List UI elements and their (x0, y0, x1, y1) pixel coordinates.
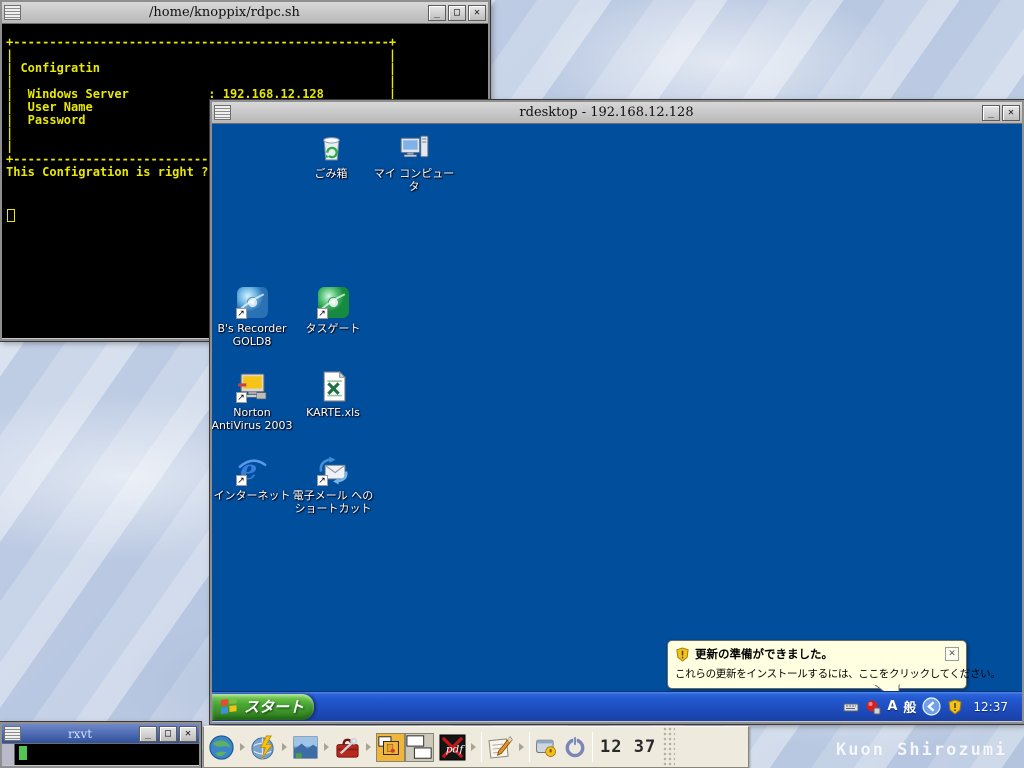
shortcut-arrow-icon: ↗ (236, 308, 247, 319)
text-editor-launcher-icon[interactable] (487, 734, 514, 761)
desktop-icon-recycle-bin[interactable]: ごみ箱 (286, 131, 376, 180)
minimize-button[interactable]: _ (428, 5, 446, 21)
security-shield-icon (675, 647, 690, 662)
terminal-title: /home/knoppix/rdpc.sh (23, 5, 426, 20)
tray-clock[interactable]: 12:37 (973, 700, 1008, 714)
watermark-text: Kuon Shirozumi (836, 740, 1007, 760)
ime-conversion-indicator[interactable]: 般 (903, 697, 916, 716)
maximize-button[interactable]: □ (448, 5, 466, 21)
rdesktop-titlebar[interactable]: rdesktop - 192.168.12.128 _ ✕ (212, 102, 1022, 124)
desktop-icon-bs-recorder[interactable]: ↗ B's Recorder GOLD8 (212, 286, 297, 348)
xp-desktop[interactable]: ごみ箱 マイ コンピュータ ↗ B's (212, 124, 1022, 721)
screenshot-launcher-icon[interactable] (535, 736, 558, 759)
windows-update-shield-icon[interactable] (947, 699, 963, 715)
launcher-arrow[interactable] (324, 743, 329, 751)
balloon-close-button[interactable]: ✕ (945, 647, 959, 661)
shortcut-arrow-icon: ↗ (317, 475, 328, 486)
shortcut-arrow-icon: ↗ (317, 308, 328, 319)
ime-mode-indicator[interactable]: A (887, 699, 897, 714)
trackball-tray-icon[interactable] (865, 699, 881, 715)
mozilla-launcher-icon[interactable] (250, 734, 277, 761)
launcher-arrow[interactable] (519, 743, 524, 751)
panel-separator (592, 732, 593, 762)
icon-label: インターネット (214, 489, 291, 502)
icon-label: Norton AntiVirus 2003 (212, 406, 297, 432)
desktop-icon-email-shortcut[interactable]: ↗ 電子メール へのショートカット (288, 453, 378, 515)
rdesktop-window: rdesktop - 192.168.12.128 _ ✕ ごみ箱 (210, 100, 1024, 724)
icon-label: ごみ箱 (315, 167, 348, 180)
xpdf-launcher-icon[interactable]: pdf (439, 734, 466, 761)
rxvt-window: rxvt _ □ ✕ (0, 722, 201, 768)
window-menu-icon[interactable] (4, 726, 21, 741)
desktop-icon-internet[interactable]: e ↗ インターネット (212, 453, 297, 502)
power-launcher-icon[interactable] (563, 735, 587, 759)
rxvt-cursor (19, 746, 27, 760)
window-menu-icon[interactable] (4, 5, 21, 20)
start-button[interactable]: スタート (212, 694, 314, 720)
icon-label: B's Recorder GOLD8 (212, 322, 297, 348)
keyboard-tray-icon[interactable] (843, 699, 859, 715)
launcher-arrow[interactable] (366, 743, 371, 751)
desktop-icon-norton-antivirus[interactable]: ↗ Norton AntiVirus 2003 (212, 370, 297, 432)
workspace-2[interactable] (405, 733, 434, 762)
windows-logo-icon (220, 698, 238, 716)
svg-text:pdf: pdf (446, 743, 466, 755)
language-bar-chevron-icon[interactable] (922, 697, 941, 716)
desktop-icon-my-computer[interactable]: マイ コンピュータ (369, 131, 459, 193)
minimize-button[interactable]: _ (982, 105, 1000, 121)
toolbox-launcher-icon[interactable] (334, 734, 361, 761)
launcher-panel: pdf 12 37 (203, 726, 749, 768)
system-tray: A 般 12:37 (843, 692, 1022, 721)
desktop-icon-taskgate[interactable]: ↗ タスゲート (288, 286, 378, 335)
rxvt-titlebar[interactable]: rxvt _ □ ✕ (2, 724, 199, 744)
icon-label: 電子メール へのショートカット (288, 489, 378, 515)
web-browser-launcher-icon[interactable] (208, 734, 235, 761)
launcher-arrow[interactable] (471, 743, 476, 751)
start-button-label: スタート (244, 696, 304, 717)
balloon-title: 更新の準備ができました。 (695, 646, 940, 662)
shortcut-arrow-icon: ↗ (236, 392, 247, 403)
launcher-arrow[interactable] (282, 743, 287, 751)
icon-label: KARTE.xls (306, 406, 360, 419)
minimize-button[interactable]: _ (139, 726, 157, 742)
rxvt-title: rxvt (23, 727, 137, 741)
panel-separator (481, 732, 482, 762)
terminal-cursor (7, 209, 15, 222)
close-button[interactable]: ✕ (1002, 105, 1020, 121)
rxvt-scrollbar[interactable] (2, 744, 15, 765)
close-button[interactable]: ✕ (179, 726, 197, 742)
recycle-bin-icon (315, 131, 348, 164)
update-notification-balloon[interactable]: 更新の準備ができました。 ✕ これらの更新をインストールするには、ここをクリック… (667, 640, 967, 689)
maximize-button[interactable]: □ (159, 726, 177, 742)
icon-label: マイ コンピュータ (369, 167, 459, 193)
xp-taskbar: スタート A 般 (212, 691, 1022, 721)
workspace-1[interactable] (376, 733, 405, 762)
my-computer-icon (398, 131, 431, 164)
panel-drag-handle[interactable] (663, 727, 675, 767)
panel-clock: 12 37 (598, 737, 658, 757)
workspace-pager (376, 733, 434, 762)
window-menu-icon[interactable] (214, 105, 231, 120)
balloon-body[interactable]: これらの更新をインストールするには、ここをクリックしてください。 (675, 666, 959, 681)
panel-separator (529, 732, 530, 762)
shortcut-arrow-icon: ↗ (236, 475, 247, 486)
rdesktop-title: rdesktop - 192.168.12.128 (233, 105, 980, 120)
icon-label: タスゲート (306, 322, 361, 335)
close-button[interactable]: ✕ (468, 5, 486, 21)
rxvt-content[interactable] (2, 744, 199, 765)
launcher-arrow[interactable] (240, 743, 245, 751)
desktop-icon-karte-xls[interactable]: KARTE.xls (288, 370, 378, 419)
desktop-show-launcher-icon[interactable] (292, 734, 319, 761)
excel-file-icon (317, 370, 350, 403)
terminal-titlebar[interactable]: /home/knoppix/rdpc.sh _ □ ✕ (2, 2, 488, 24)
